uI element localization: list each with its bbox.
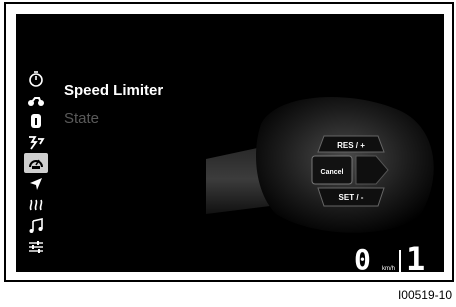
menu-title: Speed Limiter [64, 82, 164, 99]
res-button-label: RES / + [337, 141, 365, 150]
navigation-icon[interactable] [24, 174, 48, 194]
heated-grip-icon[interactable] [24, 195, 48, 215]
info-icon[interactable] [24, 111, 48, 131]
speed-unit: km/h [382, 266, 396, 272]
figure-frame: Speed Limiter State RES / + Cancel SET /… [4, 2, 454, 282]
menu-state-label: State [64, 110, 100, 127]
stopwatch-icon[interactable] [24, 69, 48, 89]
speed-readout: 0 [354, 243, 371, 273]
set-button-label: SET / - [339, 193, 364, 202]
dashboard-screen: Speed Limiter State RES / + Cancel SET /… [16, 14, 444, 272]
sidebar-menu [24, 69, 50, 269]
cancel-button-label: Cancel [321, 169, 344, 176]
gear-indicator: 1 [406, 240, 426, 272]
music-icon[interactable] [24, 216, 48, 236]
handlebar-switch-illustration: RES / + Cancel SET / - [206, 97, 434, 233]
riding-mode-icon[interactable] [24, 132, 48, 152]
speed-limiter-icon[interactable] [24, 153, 48, 173]
settings-sliders-icon[interactable] [24, 237, 48, 257]
motorcycle-icon[interactable] [24, 90, 48, 110]
figure-code: I00519-10 [397, 288, 452, 302]
readout-divider [399, 250, 401, 272]
